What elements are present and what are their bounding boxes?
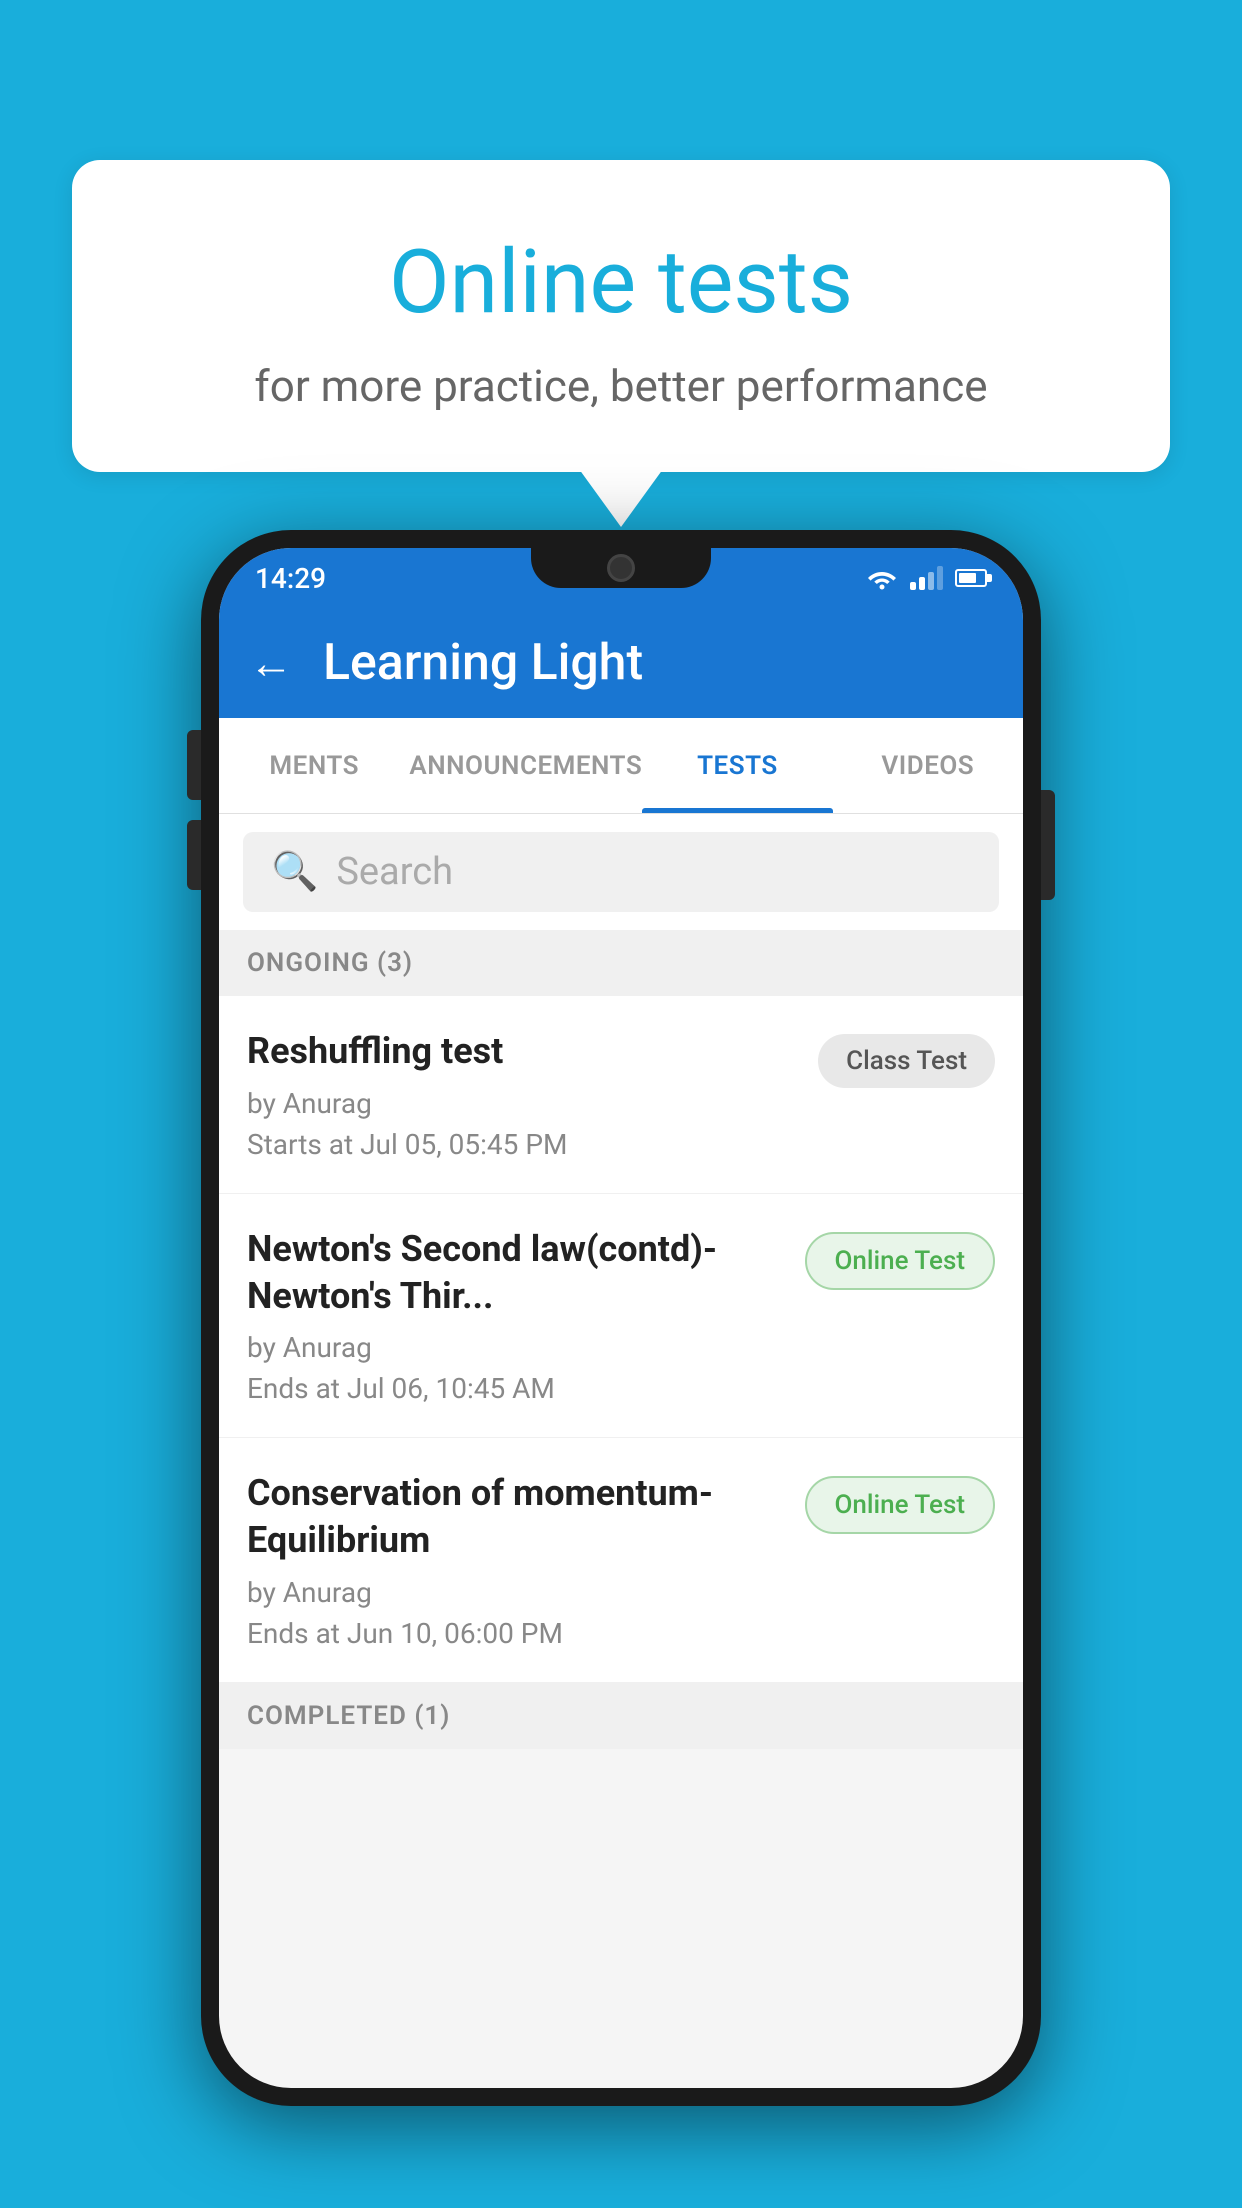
speech-bubble: Online tests for more practice, better p… — [72, 160, 1170, 472]
power-button — [1041, 790, 1055, 900]
app-bar-title: Learning Light — [323, 634, 643, 692]
ongoing-section-header: ONGOING (3) — [219, 930, 1023, 996]
test-author-3: by Anurag — [247, 1576, 785, 1609]
back-button[interactable]: ← — [249, 637, 293, 689]
test-badge-1: Class Test — [818, 1034, 995, 1088]
speech-bubble-container: Online tests for more practice, better p… — [72, 160, 1170, 472]
test-list: Reshuffling test by Anurag Starts at Jul… — [219, 996, 1023, 1683]
test-time-1: Starts at Jul 05, 05:45 PM — [247, 1128, 798, 1161]
phone-notch — [531, 548, 711, 588]
signal-icon — [910, 566, 943, 590]
speech-bubble-subtitle: for more practice, better performance — [152, 360, 1090, 412]
search-icon: 🔍 — [271, 850, 318, 894]
test-item-3[interactable]: Conservation of momentum-Equilibrium by … — [219, 1438, 1023, 1683]
tab-announcements[interactable]: ANNOUNCEMENTS — [409, 718, 642, 813]
test-info-1: Reshuffling test by Anurag Starts at Jul… — [247, 1028, 818, 1161]
test-badge-2: Online Test — [805, 1232, 996, 1290]
battery-fill — [959, 573, 976, 583]
test-info-3: Conservation of momentum-Equilibrium by … — [247, 1470, 805, 1650]
tab-bar: MENTS ANNOUNCEMENTS TESTS VIDEOS — [219, 718, 1023, 814]
test-name-3: Conservation of momentum-Equilibrium — [247, 1470, 785, 1564]
tab-videos[interactable]: VIDEOS — [833, 718, 1023, 813]
app-bar: ← Learning Light — [219, 608, 1023, 718]
volume-up-button — [187, 730, 201, 800]
status-time: 14:29 — [255, 562, 326, 595]
test-name-2: Newton's Second law(contd)-Newton's Thir… — [247, 1226, 785, 1320]
battery-icon — [955, 569, 987, 587]
front-camera — [607, 554, 635, 582]
test-name-1: Reshuffling test — [247, 1028, 798, 1075]
phone-body: 14:29 — [201, 530, 1041, 2106]
completed-section-header: COMPLETED (1) — [219, 1683, 1023, 1749]
phone-frame: 14:29 — [201, 530, 1041, 2106]
status-icons — [866, 566, 987, 590]
speech-bubble-title: Online tests — [152, 230, 1090, 336]
tab-tests[interactable]: TESTS — [642, 718, 832, 813]
test-author-2: by Anurag — [247, 1331, 785, 1364]
wifi-icon — [866, 566, 898, 590]
search-box[interactable]: 🔍 Search — [243, 832, 999, 912]
test-author-1: by Anurag — [247, 1087, 798, 1120]
test-badge-3: Online Test — [805, 1476, 996, 1534]
test-time-3: Ends at Jun 10, 06:00 PM — [247, 1617, 785, 1650]
test-item-1[interactable]: Reshuffling test by Anurag Starts at Jul… — [219, 996, 1023, 1194]
volume-down-button — [187, 820, 201, 890]
test-info-2: Newton's Second law(contd)-Newton's Thir… — [247, 1226, 805, 1406]
tab-ments[interactable]: MENTS — [219, 718, 409, 813]
phone-screen: 14:29 — [219, 548, 1023, 2088]
test-time-2: Ends at Jul 06, 10:45 AM — [247, 1372, 785, 1405]
search-container: 🔍 Search — [219, 814, 1023, 930]
test-item-2[interactable]: Newton's Second law(contd)-Newton's Thir… — [219, 1194, 1023, 1439]
search-input[interactable]: Search — [336, 850, 453, 894]
